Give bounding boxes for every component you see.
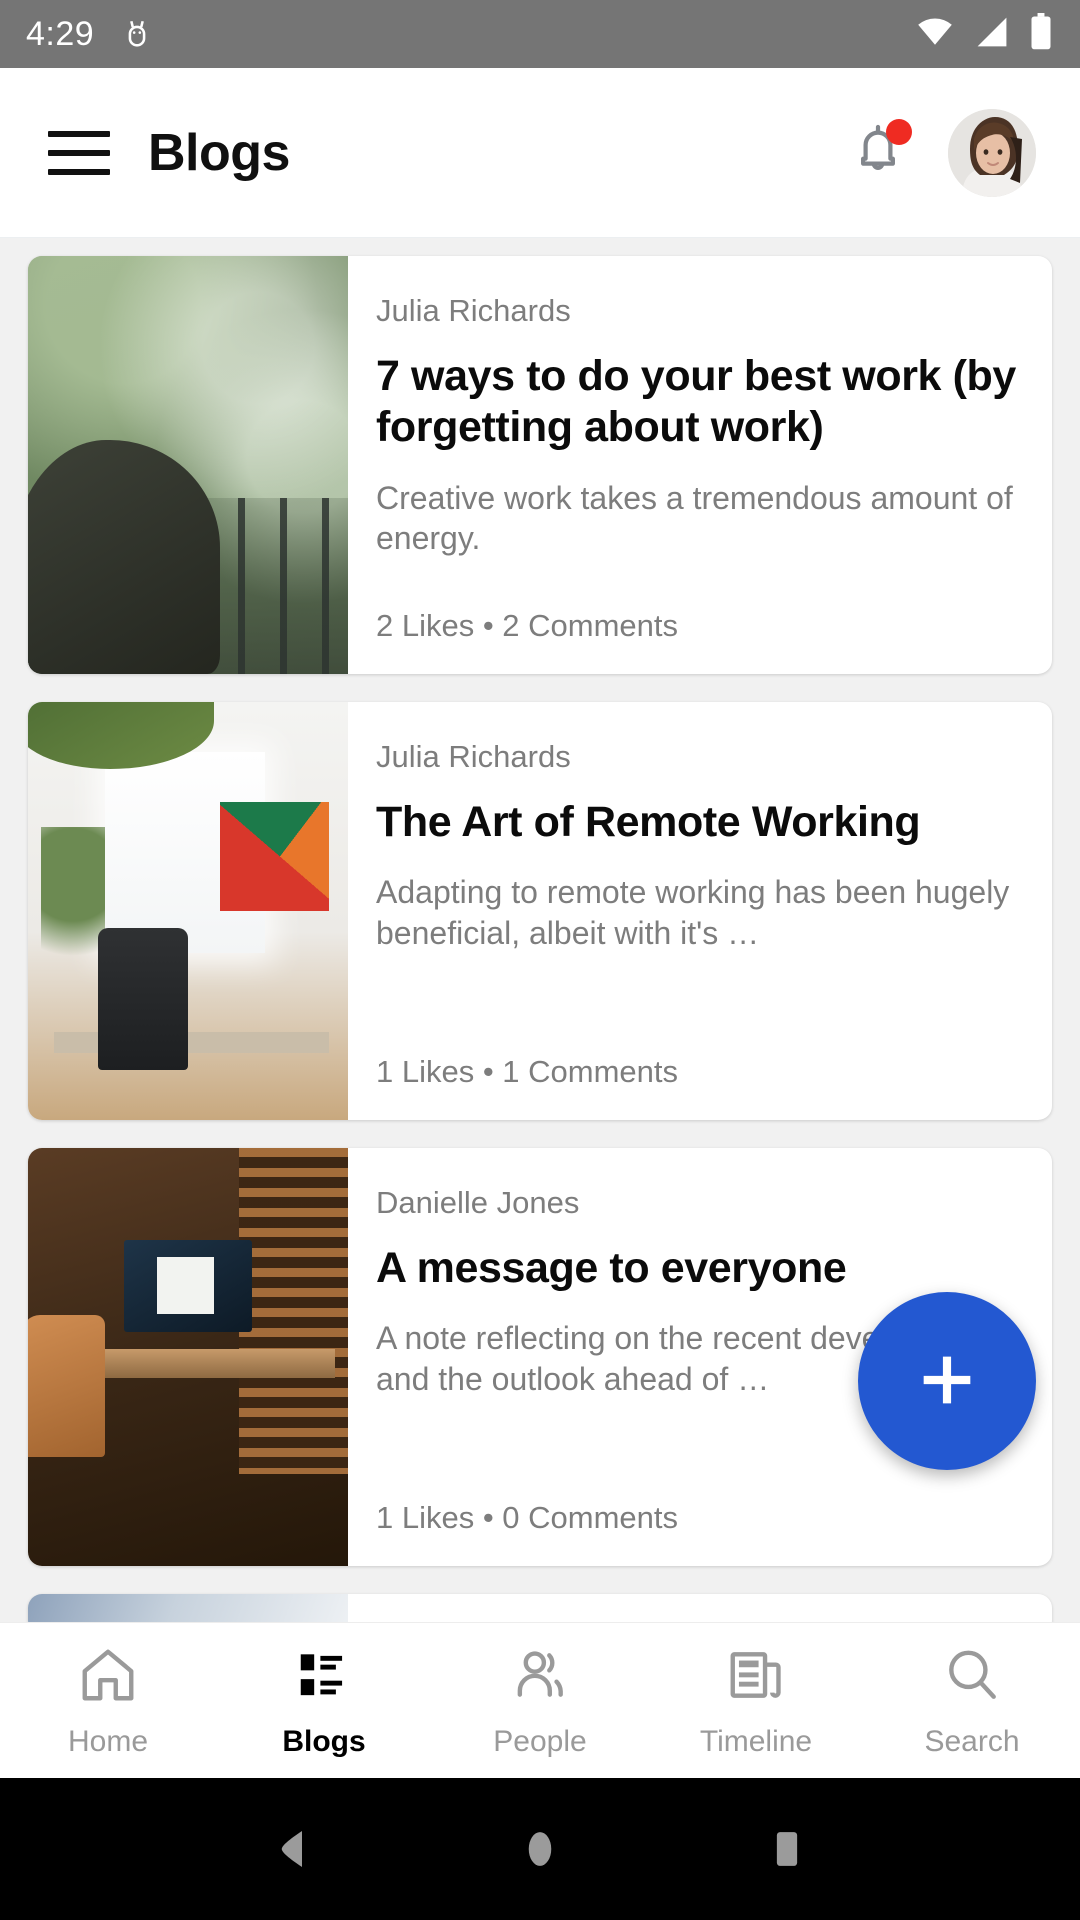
blog-thumbnail bbox=[28, 1594, 348, 1622]
hamburger-line bbox=[48, 149, 110, 156]
bottom-tab-bar: Home Blogs People Timeline Search bbox=[0, 1622, 1080, 1778]
notification-badge bbox=[886, 118, 912, 145]
blog-card-body: Julia Richards 7 ways to do your best wo… bbox=[348, 256, 1052, 674]
tab-label: Home bbox=[67, 1725, 149, 1758]
android-nav-bar bbox=[0, 1778, 1080, 1920]
blogs-list-icon bbox=[293, 1644, 355, 1711]
tab-label: Blogs bbox=[282, 1725, 366, 1758]
thumb-office-chair bbox=[98, 927, 188, 1070]
tab-search[interactable]: Search bbox=[864, 1623, 1080, 1778]
blog-feed[interactable]: Julia Richards 7 ways to do your best wo… bbox=[0, 238, 1080, 1622]
timeline-news-icon bbox=[725, 1644, 787, 1711]
thumb-desk bbox=[53, 1032, 329, 1054]
notifications-button[interactable] bbox=[842, 117, 914, 189]
recents-square-icon[interactable] bbox=[760, 1822, 814, 1876]
tab-home[interactable]: Home bbox=[0, 1623, 216, 1778]
blog-title: The Art of Remote Working bbox=[376, 798, 921, 847]
tab-blogs[interactable]: Blogs bbox=[216, 1623, 432, 1778]
tab-label: Search bbox=[924, 1725, 1020, 1758]
blog-excerpt: Creative work takes a tremendous amount … bbox=[376, 479, 1013, 556]
blog-excerpt: Adapting to remote working has been huge… bbox=[376, 874, 1010, 951]
cellular-signal-icon bbox=[972, 16, 1012, 53]
blog-card-partial[interactable] bbox=[28, 1594, 1052, 1622]
app-root: 4:29 Blogs Julia Richards 7 ways to do y… bbox=[0, 0, 1080, 1920]
blog-card[interactable]: Julia Richards 7 ways to do your best wo… bbox=[28, 256, 1052, 674]
tab-label: Timeline bbox=[699, 1725, 813, 1758]
plus-icon bbox=[912, 1345, 982, 1418]
battery-icon bbox=[1028, 12, 1054, 56]
hamburger-line bbox=[48, 130, 110, 137]
blog-card-body: Julia Richards The Art of Remote Working… bbox=[348, 702, 1052, 1120]
thumb-armchair bbox=[28, 1315, 105, 1458]
thumb-wall-art bbox=[220, 802, 329, 911]
blog-card[interactable]: Julia Richards The Art of Remote Working… bbox=[28, 702, 1052, 1120]
status-bar-clock: 4:29 bbox=[26, 14, 95, 53]
search-icon bbox=[941, 1644, 1003, 1711]
blog-title: A message to everyone bbox=[376, 1244, 847, 1293]
page-title: Blogs bbox=[148, 123, 290, 182]
hamburger-line bbox=[48, 168, 110, 175]
blog-author: Julia Richards bbox=[376, 739, 571, 774]
wifi-icon bbox=[914, 16, 956, 53]
blog-author: Danielle Jones bbox=[376, 1185, 580, 1220]
blog-title: 7 ways to do your best work (by forgetti… bbox=[376, 352, 1016, 452]
people-icon bbox=[509, 1644, 571, 1711]
thumb-window-blinds bbox=[239, 1148, 348, 1475]
blog-stats: 2 Likes • 2 Comments bbox=[376, 608, 679, 643]
home-icon bbox=[77, 1644, 139, 1711]
hamburger-menu-icon[interactable] bbox=[48, 130, 110, 175]
back-triangle-icon[interactable] bbox=[266, 1822, 320, 1876]
home-circle-icon[interactable] bbox=[513, 1822, 567, 1876]
status-bar-indicators bbox=[914, 12, 1054, 56]
tab-timeline[interactable]: Timeline bbox=[648, 1623, 864, 1778]
blog-thumbnail bbox=[28, 702, 348, 1120]
android-status-bar: 4:29 bbox=[0, 0, 1080, 68]
blog-thumbnail bbox=[28, 1148, 348, 1566]
android-bug-icon bbox=[120, 17, 154, 51]
create-blog-fab[interactable] bbox=[858, 1292, 1036, 1470]
blog-thumbnail bbox=[28, 256, 348, 674]
avatar[interactable] bbox=[948, 108, 1036, 197]
blog-stats: 1 Likes • 0 Comments bbox=[376, 1500, 679, 1535]
app-bar-actions bbox=[842, 108, 1036, 197]
thumb-monitor bbox=[124, 1239, 252, 1332]
blog-stats: 1 Likes • 1 Comments bbox=[376, 1054, 679, 1089]
blog-card-body bbox=[348, 1594, 1052, 1622]
blog-author: Julia Richards bbox=[376, 293, 571, 328]
tab-people[interactable]: People bbox=[432, 1623, 648, 1778]
thumb-potted-plant bbox=[40, 827, 105, 987]
tab-label: People bbox=[493, 1725, 587, 1758]
app-bar: Blogs bbox=[0, 68, 1080, 238]
